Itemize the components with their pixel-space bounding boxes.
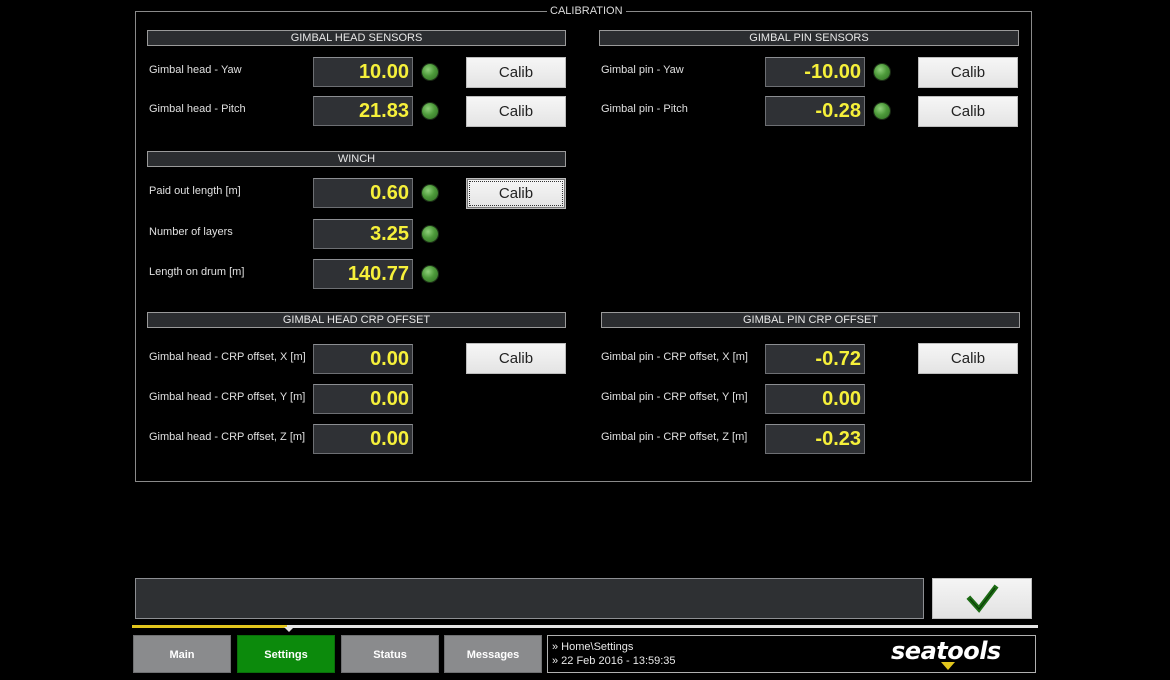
tab-settings[interactable]: Settings bbox=[237, 635, 335, 673]
message-bar bbox=[135, 578, 924, 619]
gimbal-pin-yaw-label: Gimbal pin - Yaw bbox=[601, 64, 684, 76]
seatools-logo: seatools bbox=[891, 637, 1001, 665]
gimbal-pin-yaw-row: Gimbal pin - Yaw -10.00 Calib bbox=[601, 57, 1018, 88]
gimbal-head-crp-y-value: 0.00 bbox=[313, 384, 413, 414]
number-of-layers-row: Number of layers 3.25 bbox=[149, 219, 566, 249]
gimbal-head-crp-x-row: Gimbal head - CRP offset, X [m] 0.00 Cal… bbox=[149, 343, 566, 374]
gimbal-head-pitch-row: Gimbal head - Pitch 21.83 Calib bbox=[149, 96, 566, 127]
number-of-layers-label: Number of layers bbox=[149, 226, 233, 238]
gimbal-pin-yaw-calib-button[interactable]: Calib bbox=[918, 57, 1018, 88]
paid-out-length-value: 0.60 bbox=[313, 178, 413, 208]
gimbal-head-crp-z-row: Gimbal head - CRP offset, Z [m] 0.00 bbox=[149, 424, 566, 454]
gimbal-pin-pitch-value: -0.28 bbox=[765, 96, 865, 126]
length-on-drum-value: 140.77 bbox=[313, 259, 413, 289]
paid-out-length-row: Paid out length [m] 0.60 Calib bbox=[149, 178, 566, 209]
gimbal-head-crp-z-label: Gimbal head - CRP offset, Z [m] bbox=[149, 431, 306, 443]
gimbal-head-sensors-header: GIMBAL HEAD SENSORS bbox=[147, 30, 566, 46]
winch-header: WINCH bbox=[147, 151, 566, 167]
confirm-button[interactable] bbox=[932, 578, 1032, 619]
gimbal-pin-pitch-calib-button[interactable]: Calib bbox=[918, 96, 1018, 127]
gimbal-pin-crp-y-label: Gimbal pin - CRP offset, Y [m] bbox=[601, 391, 748, 403]
gimbal-head-crp-x-value: 0.00 bbox=[313, 344, 413, 374]
gimbal-head-pitch-label: Gimbal head - Pitch bbox=[149, 103, 246, 115]
gimbal-head-yaw-row: Gimbal head - Yaw 10.00 Calib bbox=[149, 57, 566, 88]
gimbal-head-crp-offset-header: GIMBAL HEAD CRP OFFSET bbox=[147, 312, 566, 328]
number-of-layers-value: 3.25 bbox=[313, 219, 413, 249]
gimbal-pin-crp-x-row: Gimbal pin - CRP offset, X [m] -0.72 Cal… bbox=[601, 343, 1018, 374]
gimbal-pin-pitch-row: Gimbal pin - Pitch -0.28 Calib bbox=[601, 96, 1018, 127]
gimbal-head-crp-calib-button[interactable]: Calib bbox=[466, 343, 566, 374]
gimbal-head-yaw-status-led-icon bbox=[422, 64, 438, 80]
checkmark-icon bbox=[966, 584, 999, 613]
gimbal-head-crp-y-row: Gimbal head - CRP offset, Y [m] 0.00 bbox=[149, 384, 566, 414]
logo-triangle-icon bbox=[941, 662, 955, 670]
gimbal-pin-crp-x-label: Gimbal pin - CRP offset, X [m] bbox=[601, 351, 748, 363]
gimbal-pin-yaw-value: -10.00 bbox=[765, 57, 865, 87]
gimbal-pin-crp-y-row: Gimbal pin - CRP offset, Y [m] 0.00 bbox=[601, 384, 1018, 414]
gimbal-head-yaw-value: 10.00 bbox=[313, 57, 413, 87]
gimbal-pin-crp-z-value: -0.23 bbox=[765, 424, 865, 454]
gimbal-pin-pitch-status-led-icon bbox=[874, 103, 890, 119]
paid-out-length-label: Paid out length [m] bbox=[149, 185, 241, 197]
calibration-title: CALIBRATION bbox=[547, 4, 626, 18]
length-on-drum-label: Length on drum [m] bbox=[149, 266, 245, 278]
gimbal-head-yaw-label: Gimbal head - Yaw bbox=[149, 64, 242, 76]
paid-out-length-calib-button[interactable]: Calib bbox=[466, 178, 566, 209]
gimbal-pin-crp-x-value: -0.72 bbox=[765, 344, 865, 374]
gimbal-pin-crp-z-label: Gimbal pin - CRP offset, Z [m] bbox=[601, 431, 748, 443]
paid-out-length-status-led-icon bbox=[422, 185, 438, 201]
gimbal-head-crp-y-label: Gimbal head - CRP offset, Y [m] bbox=[149, 391, 306, 403]
nav-pointer-icon bbox=[284, 627, 294, 632]
gimbal-pin-crp-offset-header: GIMBAL PIN CRP OFFSET bbox=[601, 312, 1020, 328]
gimbal-head-pitch-calib-button[interactable]: Calib bbox=[466, 96, 566, 127]
length-on-drum-row: Length on drum [m] 140.77 bbox=[149, 259, 566, 289]
gimbal-pin-crp-calib-button[interactable]: Calib bbox=[918, 343, 1018, 374]
gimbal-head-crp-x-label: Gimbal head - CRP offset, X [m] bbox=[149, 351, 306, 363]
gimbal-head-crp-z-value: 0.00 bbox=[313, 424, 413, 454]
gimbal-head-pitch-value: 21.83 bbox=[313, 96, 413, 126]
length-on-drum-status-led-icon bbox=[422, 266, 438, 282]
gimbal-pin-yaw-status-led-icon bbox=[874, 64, 890, 80]
gimbal-pin-crp-y-value: 0.00 bbox=[765, 384, 865, 414]
status-datetime: » 22 Feb 2016 - 13:59:35 bbox=[552, 655, 676, 667]
nav-active-indicator bbox=[132, 625, 287, 628]
gimbal-pin-pitch-label: Gimbal pin - Pitch bbox=[601, 103, 688, 115]
gimbal-head-pitch-status-led-icon bbox=[422, 103, 438, 119]
gimbal-pin-crp-z-row: Gimbal pin - CRP offset, Z [m] -0.23 bbox=[601, 424, 1018, 454]
gimbal-pin-sensors-header: GIMBAL PIN SENSORS bbox=[599, 30, 1019, 46]
tab-messages[interactable]: Messages bbox=[444, 635, 542, 673]
number-of-layers-status-led-icon bbox=[422, 226, 438, 242]
tab-main[interactable]: Main bbox=[133, 635, 231, 673]
gimbal-head-yaw-calib-button[interactable]: Calib bbox=[466, 57, 566, 88]
breadcrumb: » Home\Settings bbox=[552, 641, 634, 653]
tab-status[interactable]: Status bbox=[341, 635, 439, 673]
